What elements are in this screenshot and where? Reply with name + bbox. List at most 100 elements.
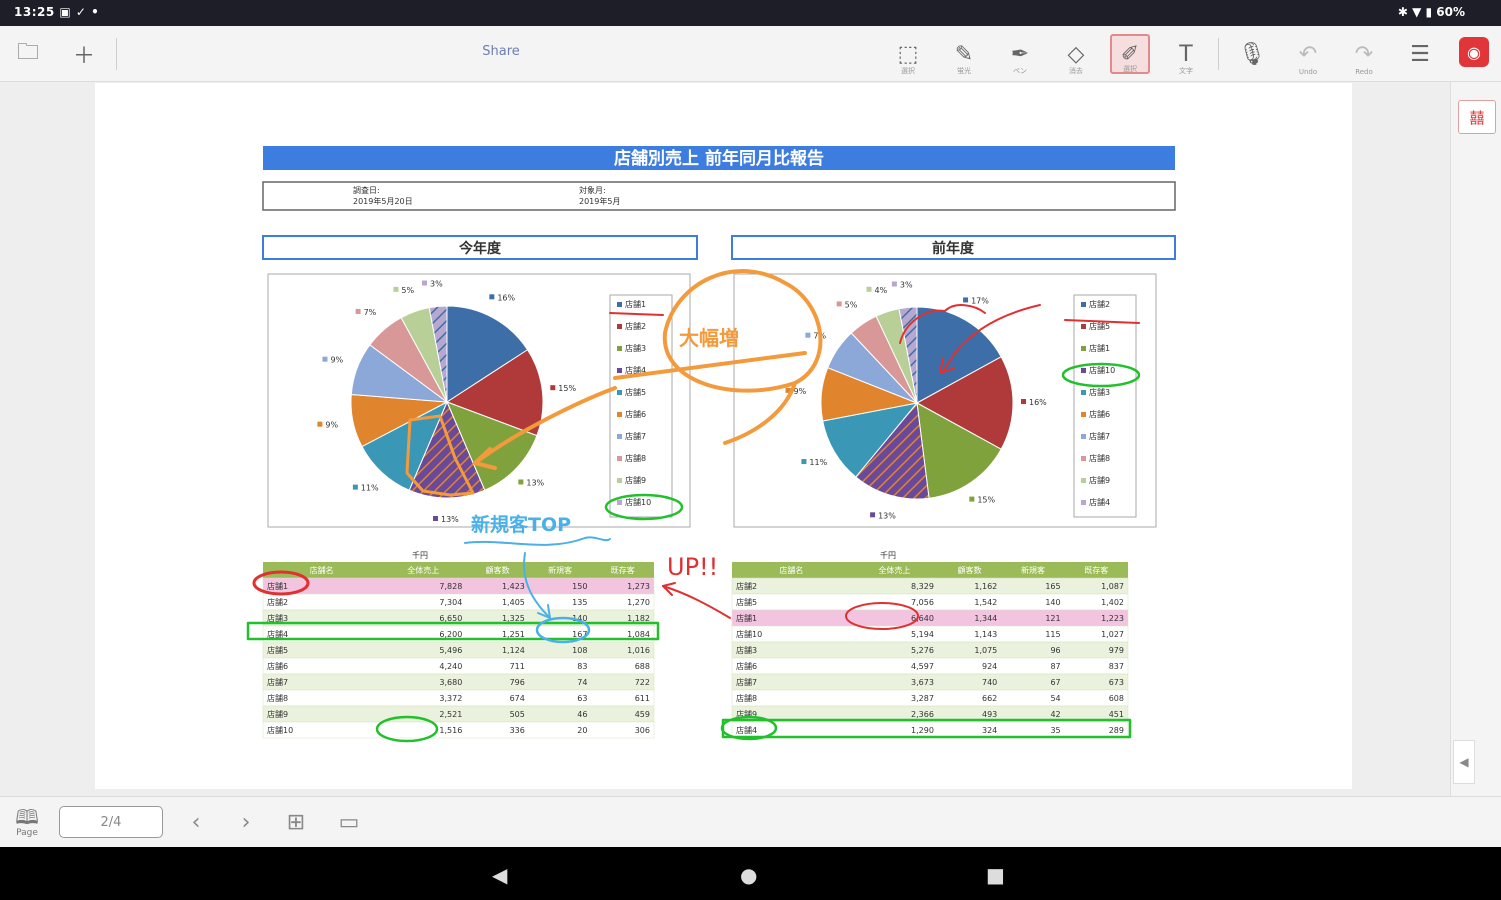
select-tool-caption: 選択 [901,67,915,75]
table-cell: 5,194 [911,630,934,639]
slice-label: 9% [325,421,338,430]
table-cell: 店舗4 [267,629,288,639]
annotation-up: UP!! [667,553,718,581]
lasso-tool-caption: 選択 [1123,65,1137,73]
slice-label: 9% [330,356,343,365]
table-cell: 店舗5 [736,597,757,607]
pen-tool-icon[interactable]: ✒ ペン [1000,34,1040,76]
table-cell: 135 [572,598,587,607]
table-cell: 1,273 [627,582,650,591]
table-header-cell: 店舗名 [779,565,803,575]
recents-icon[interactable]: ■ [986,863,1005,887]
annotation-new-top: 新規客TOP [471,513,571,536]
table-cell: 1,182 [627,614,650,623]
table-cell: 7,828 [439,582,462,591]
redo-label: Redo [1355,68,1373,76]
red-up-arrow-stroke [662,585,731,619]
table-cell: 店舗7 [736,677,757,687]
undo-icon[interactable]: ↶ Undo [1288,34,1328,77]
table-cell: 6,200 [439,630,462,639]
eraser-tool-icon[interactable]: ◇ 消去 [1056,34,1096,76]
table-cell: 5,496 [439,646,462,655]
annotation-big-increase: 大幅増 [679,326,739,350]
table-current: 店舗名 全体売上 顧客数 新規客 既存客店舗1 7,828 1,423 150 1,273 店舗2… [262,562,655,739]
slice-label-marker [1021,399,1026,404]
legend-swatch [617,412,622,417]
slice-label: 16% [497,293,515,302]
table-cell: 1,251 [502,630,525,639]
panel-collapse-icon[interactable]: ◀ [1453,740,1475,784]
table-cell: 店舗5 [267,645,288,655]
slice-label-marker [433,516,438,521]
legend-entry: 店舗9 [1089,475,1110,485]
slice-label-marker [969,496,975,502]
table-cell: 1,423 [502,582,525,591]
table-cell: 2,521 [439,710,462,719]
text-tool-icon[interactable]: T 文字 [1166,34,1206,76]
text-tool-caption: 文字 [1179,67,1193,75]
page-thumbnails-icon[interactable]: 🕮 Page [10,806,44,840]
back-icon[interactable]: ◀ [492,863,507,887]
home-icon[interactable]: ● [740,863,757,887]
next-page-icon[interactable]: › [231,807,261,837]
table-cell: 674 [510,694,525,703]
slice-label-marker [518,479,524,485]
screen-mode-icon[interactable]: ▭ [334,807,364,837]
slice-label-marker [891,281,897,287]
blue-wave-stroke [464,536,611,546]
table-cell: 店舗10 [736,629,762,639]
previous-page-icon[interactable]: ‹ [181,807,211,837]
table-cell: 3,372 [439,694,462,703]
page-glyph: 🕮 [15,805,39,829]
slice-label-marker [352,484,358,490]
table-cell: 140 [1045,598,1060,607]
slice-label-marker [422,280,428,286]
battery-level: 60% [1436,5,1465,19]
table-cell: 5,276 [911,646,934,655]
table-cell: 1,087 [1101,582,1124,591]
table-cell: 611 [635,694,650,703]
table-cell: 店舗2 [267,597,288,607]
table-header-cell: 全体売上 [878,565,910,575]
report-title: 店舗別売上 前年同月比報告 [614,148,824,169]
table-cell: 店舗2 [736,581,757,591]
record-button-icon[interactable]: ◉ [1459,37,1489,67]
unit-label-previous: 千円 [880,550,896,560]
folder-icon[interactable]: 🗀 [8,34,48,74]
table-cell: 1,290 [911,726,934,735]
table-cell: 493 [982,710,997,719]
menu-icon[interactable]: ☰ [1400,34,1440,74]
table-cell: 165 [1045,582,1060,591]
table-cell: 459 [635,710,650,719]
translate-icon[interactable]: 囍 [1458,100,1496,134]
status-time: 13:25 [14,5,55,19]
table-cell: 289 [1109,726,1124,735]
select-tool-icon[interactable]: ⬚ 選択 [888,34,928,76]
add-page-icon[interactable]: ⊞ [281,807,311,837]
microphone-icon[interactable]: 🎙 [1232,34,1272,74]
table-cell: 1,223 [1101,614,1124,623]
survey-date-label: 調査日: [353,185,380,195]
redo-icon[interactable]: ↷ Redo [1344,34,1384,77]
table-cell: 4,597 [911,662,934,671]
table-cell: 1,027 [1101,630,1124,639]
table-cell: 324 [982,726,997,735]
legend-entry: 店舗10 [1089,365,1115,375]
document-canvas[interactable]: 店舗別売上 前年同月比報告 調査日: 2019年5月20日 対象月: 2019年… [95,83,1352,789]
page-indicator-field[interactable]: 2/4 [59,806,163,838]
highlighter-tool-icon[interactable]: ✎ 蛍光 [944,34,984,76]
add-icon[interactable]: ＋ [64,34,104,74]
share-button[interactable]: Share [470,44,532,59]
table-header-cell: 新規客 [1021,565,1045,575]
table-cell: 1,542 [974,598,997,607]
lasso-tool-icon[interactable]: ✐ 選択 [1110,34,1150,74]
table-cell: 1,124 [502,646,525,655]
document-page[interactable]: 店舗別売上 前年同月比報告 調査日: 2019年5月20日 対象月: 2019年… [95,83,1352,789]
slice-label-marker [355,308,361,314]
legend-entry: 店舗8 [625,453,646,463]
legend-entry: 店舗7 [1089,431,1110,441]
status-icons: ▣ ✓ • [59,5,100,19]
slice-label-marker [550,385,556,391]
legend-swatch [617,500,622,505]
legend-entry: 店舗1 [1089,343,1110,353]
